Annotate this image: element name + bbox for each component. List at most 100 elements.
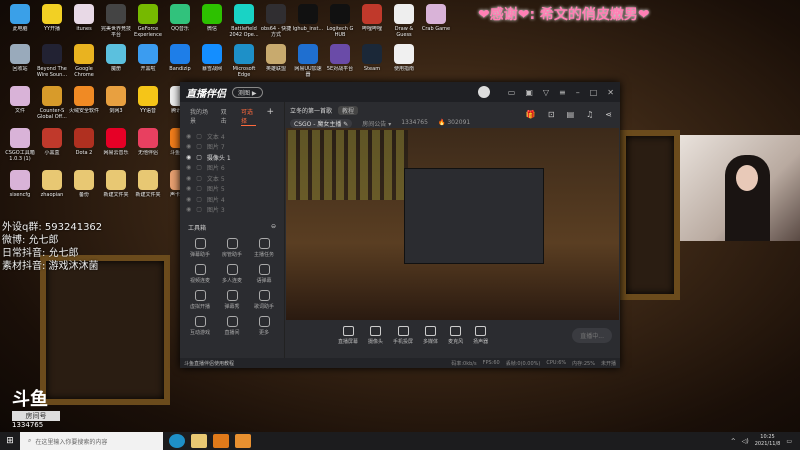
desktop-icon[interactable]: Bandizip (164, 44, 196, 72)
tab-double-click[interactable]: 双击 (221, 107, 231, 126)
gift-icon[interactable]: 🎁 (526, 110, 536, 119)
desktop-icon[interactable]: Counter-S Global Off... (36, 86, 68, 120)
desktop-icon[interactable]: Dota 2 (68, 128, 100, 156)
desktop-icon[interactable]: YY开播 (36, 4, 68, 32)
scene-item[interactable]: ◉ ▢ 图片 7 (180, 142, 284, 153)
bell-icon[interactable]: ♫ (586, 110, 593, 119)
desktop-icon[interactable]: 新建文件夹 (132, 170, 164, 198)
visibility-icon[interactable]: ◉ (186, 185, 191, 192)
desktop-icon[interactable]: Logitech G HUB (324, 4, 356, 38)
visibility-icon[interactable]: ◉ (186, 154, 191, 161)
test-button[interactable]: 测图 ▶ (232, 86, 263, 98)
desktop-icon[interactable]: Google Chrome (68, 44, 100, 78)
tool-button[interactable]: 更多 (248, 316, 280, 336)
message-icon[interactable]: ▭ (508, 88, 516, 97)
desktop-icon[interactable]: 完美世界竞技平台 (100, 4, 132, 38)
desktop-icon[interactable]: lghub_inst... (292, 4, 324, 32)
notification-icon[interactable]: ▭ (786, 438, 792, 445)
feedback-icon[interactable]: ▽ (543, 88, 549, 97)
desktop-icon[interactable]: Steam (356, 44, 388, 72)
control-button[interactable]: 麦克风 (448, 325, 463, 345)
visibility-icon[interactable]: ◉ (186, 196, 191, 203)
desktop-icon[interactable]: QQ音乐 (164, 4, 196, 32)
desktop-icon[interactable]: YY语音 (132, 86, 164, 114)
desktop-icon[interactable]: 新建文件夹 (100, 170, 132, 198)
tool-button[interactable]: 房管助手 (216, 238, 248, 258)
tool-button[interactable]: 歌词助手 (248, 290, 280, 310)
control-button[interactable]: 直播屏幕 (338, 325, 358, 345)
desktop-icon[interactable]: GeForce Experience (132, 4, 164, 38)
desktop-icon[interactable]: 此电脑 (4, 4, 36, 32)
desktop-icon[interactable]: 回收站 (4, 44, 36, 72)
visibility-icon[interactable]: ◉ (186, 143, 191, 150)
control-button[interactable]: 手机投屏 (393, 325, 413, 345)
skin-icon[interactable]: ▣ (525, 88, 533, 97)
tutorial-link[interactable]: 斗鱼直播伴侣使用教程 (184, 360, 234, 367)
close-button[interactable]: ✕ (607, 88, 614, 97)
file-explorer-icon[interactable] (191, 434, 207, 448)
desktop-icon[interactable]: 剑网3 (100, 86, 132, 114)
desktop-icon[interactable]: Draw & Guess (388, 4, 420, 38)
start-button[interactable]: ⊞ (0, 436, 20, 446)
live-button[interactable]: 直播中... (572, 327, 612, 343)
avatar[interactable] (477, 86, 490, 98)
game-category[interactable]: CSGO - 魔女主播 ✎ (290, 119, 353, 128)
minimize-button[interactable]: – (576, 88, 580, 97)
maximize-button[interactable]: □ (590, 88, 598, 97)
desktop-icon[interactable]: 无他伴侣 (132, 128, 164, 156)
desktop-icon[interactable]: Microsoft Edge (228, 44, 260, 78)
visibility-icon[interactable]: ◉ (186, 175, 191, 182)
box-icon[interactable]: ▤ (567, 110, 575, 119)
stream-tag[interactable]: 教程 (338, 106, 359, 115)
desktop-icon[interactable]: 火绒安全软件 (68, 86, 100, 114)
tool-button[interactable]: 虚拟开播 (184, 290, 216, 310)
desktop-icon[interactable]: 备份 (68, 170, 100, 198)
desktop-icon[interactable]: itunes (68, 4, 100, 32)
tab-selectable[interactable]: 可选择 (240, 107, 257, 126)
visibility-icon[interactable]: ◉ (186, 206, 191, 213)
desktop-icon[interactable]: 使用指南 (388, 44, 420, 72)
tray-chevron-icon[interactable]: ^ (731, 438, 736, 445)
desktop-icon[interactable]: sixencfg (4, 170, 36, 198)
taskbar-search[interactable]: ⌕ 在这里输入你要搜索的内容 (20, 432, 163, 450)
desktop-icon[interactable]: 暴雪战网 (196, 44, 228, 72)
desktop-icon[interactable]: 小黑盒 (36, 128, 68, 156)
desktop-icon[interactable]: Beyond The Wire Soun... (36, 44, 68, 78)
scene-item[interactable]: ◉ ▢ 图片 4 (180, 194, 284, 205)
volume-icon[interactable]: ◁) (742, 438, 749, 445)
scene-item[interactable]: ◉ ▢ 图片 3 (180, 205, 284, 216)
scene-item[interactable]: ◉ ▢ 摄像头 1 (180, 152, 284, 163)
tool-button[interactable]: 弹幕助手 (184, 238, 216, 258)
desktop-icon[interactable]: 哔哩哔哩 (356, 4, 388, 32)
share-icon[interactable]: ⋖ (605, 110, 612, 119)
desktop-icon[interactable]: Battlefield 2042 Ope... (228, 4, 260, 38)
desktop-icon[interactable]: zhaopian (36, 170, 68, 198)
desktop-icon[interactable]: 微信 (196, 4, 228, 32)
desktop-icon[interactable]: 魔册 (100, 44, 132, 72)
control-button[interactable]: 多媒体 (423, 325, 438, 345)
scene-item[interactable]: ◉ ▢ 图片 6 (180, 163, 284, 174)
tool-button[interactable]: 弹幕秀 (216, 290, 248, 310)
room-notice[interactable]: 房间公告 ▾ (362, 119, 391, 128)
visibility-icon[interactable]: ◉ (186, 164, 191, 171)
desktop-icon[interactable]: 开黑啦 (132, 44, 164, 72)
edge-icon[interactable] (169, 434, 185, 448)
lock-icon[interactable]: ⊡ (548, 110, 555, 119)
scene-item[interactable]: ◉ ▢ 文本 5 (180, 173, 284, 184)
desktop-icon[interactable]: 英雄联盟 (260, 44, 292, 72)
tool-button[interactable]: 主播任务 (248, 238, 280, 258)
tab-my-scenes[interactable]: 我的场景 (190, 107, 211, 126)
stream-title[interactable]: 立冬的第一首歌 (290, 106, 332, 115)
clock[interactable]: 10:25 2021/11/8 (755, 434, 781, 448)
more-icon[interactable]: ⊖ (271, 223, 276, 232)
companion-app-icon[interactable] (235, 434, 251, 448)
desktop-icon[interactable]: 5E对战平台 (324, 44, 356, 72)
desktop-icon[interactable]: obs64 - 快捷方式 (260, 4, 292, 38)
tool-button[interactable]: 直播间 (216, 316, 248, 336)
scene-item[interactable]: ◉ ▢ 图片 5 (180, 184, 284, 195)
visibility-icon[interactable]: ◉ (186, 133, 191, 140)
desktop-icon[interactable]: 网易UU加速器 (292, 44, 324, 78)
tool-button[interactable]: 视频连麦 (184, 264, 216, 284)
tool-button[interactable]: 语弹幕 (248, 264, 280, 284)
control-button[interactable]: 摄像头 (368, 325, 383, 345)
